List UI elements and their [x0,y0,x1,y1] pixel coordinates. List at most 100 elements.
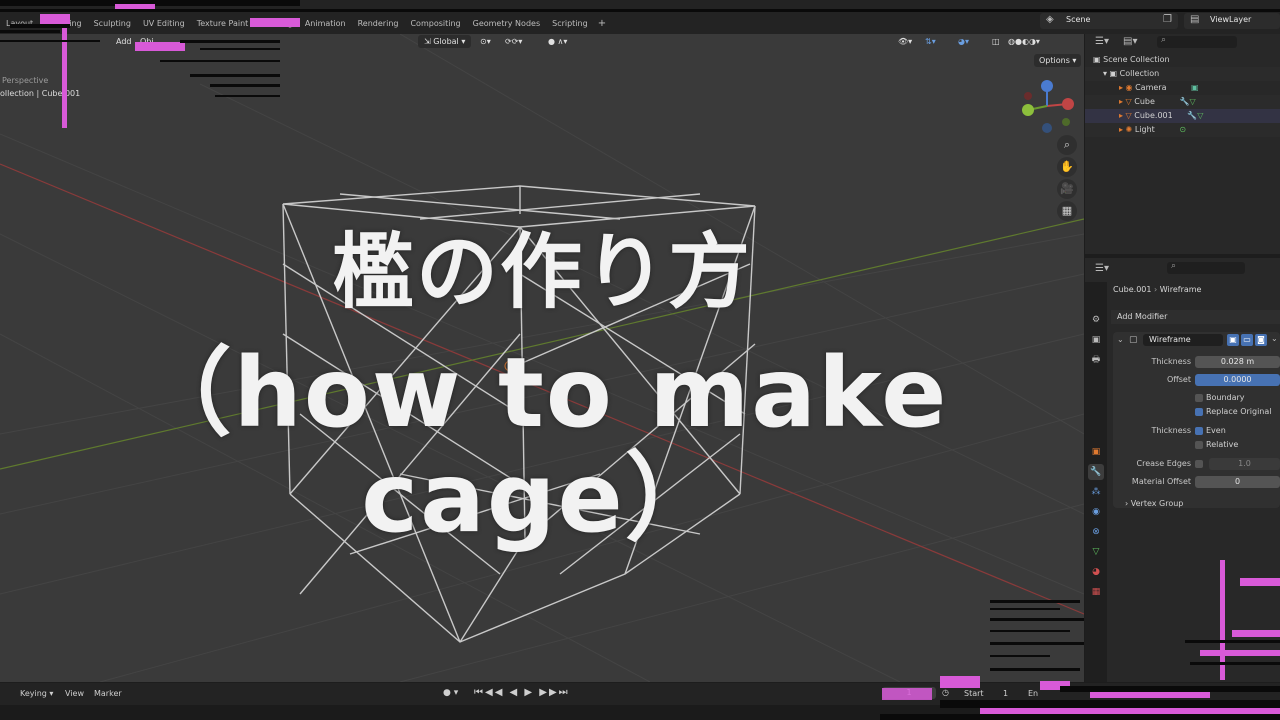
mesh-data-icon: ▽ [1189,97,1196,106]
outliner-row-light[interactable]: ▸ ✺ Light ⊙ [1085,123,1280,137]
gizmo-icon[interactable]: ⇅▾ [925,35,936,48]
keying-menu[interactable]: Keying ▾ [20,689,53,698]
replace-original-checkbox[interactable] [1195,408,1203,416]
outliner-row-scene-collection[interactable]: ▣ Scene Collection [1085,53,1170,67]
material-tab-icon[interactable]: ◕ [1088,564,1104,580]
wireframe-modifier-panel: ⌄ ▢ Wireframe ▣ ▭ ◙ ⌄ Thickness 0.028 m … [1113,332,1280,508]
outliner-row-cube[interactable]: ▸ ▽ Cube 🔧▽ [1085,95,1280,109]
replace-original-label: Replace Original [1206,407,1272,416]
properties-search[interactable]: ⌕ [1167,261,1245,274]
collapse-icon[interactable]: ⌄ [1117,335,1124,344]
camera-view-icon[interactable]: 🎥 [1057,179,1077,199]
add-modifier-button[interactable]: Add Modifier [1111,310,1280,324]
playback-controls[interactable]: ⏮◀◀ ◀ ▶ ▶▶⏭ [474,687,570,698]
orientation-dropdown[interactable]: ⇲ Global ▾ [418,35,472,48]
tab-geometry-nodes[interactable]: Geometry Nodes [467,15,546,33]
output-tab-icon[interactable]: 🖶 [1088,352,1104,368]
chevron-down-icon: ▾ [458,37,466,46]
modifier-tab-icon[interactable]: 🔧 [1088,464,1104,480]
particles-tab-icon[interactable]: ⁂ [1088,484,1104,500]
grid-icon[interactable]: ▦ [1057,201,1077,221]
tab-uv-editing[interactable]: UV Editing [137,15,191,33]
crease-weight-field[interactable]: 1.0 [1209,458,1280,470]
physics-tab-icon[interactable]: ◉ [1088,504,1104,520]
tool-tab-icon[interactable]: ⚙ [1088,312,1104,328]
vertex-group-subpanel[interactable]: › Vertex Group [1125,499,1183,508]
properties-editor-icon[interactable]: ☰▾ [1095,263,1109,274]
search-icon: ⌕ [1161,35,1167,45]
tab-animation[interactable]: Animation [299,15,352,33]
start-field[interactable]: 1 [1003,689,1008,698]
visibility-icon[interactable]: 👁▾ [898,35,912,48]
pin-icon[interactable]: ❐ [1163,14,1172,25]
constraints-tab-icon[interactable]: ⊗ [1088,524,1104,540]
render-toggle-icon[interactable]: ◙ [1255,334,1267,346]
texture-tab-icon[interactable]: ▦ [1088,584,1104,600]
shading-modes[interactable]: ◍●◐◑▾ [1008,35,1040,48]
viewport-toggle-icon[interactable]: ▭ [1241,334,1253,346]
object-tab-icon[interactable]: ▣ [1088,444,1104,460]
mesh-icon: ▸ ▽ [1119,97,1135,106]
add-workspace-button[interactable]: + [594,15,610,33]
camera-icon: ▸ ◉ [1119,83,1136,92]
even-checkbox[interactable] [1195,427,1203,435]
thickness-field[interactable]: 0.028 m [1195,356,1280,368]
scene-selector[interactable]: ◈ Scene ❐ [1040,13,1178,29]
render-tab-icon[interactable]: ▣ [1088,332,1104,348]
workspace-tabs: Layout Modeling Sculpting UV Editing Tex… [0,15,610,33]
relative-label: Relative [1206,440,1239,449]
wireframe-modifier-icon: ▢ [1129,335,1138,345]
data-tab-icon[interactable]: ▽ [1088,544,1104,560]
hand-icon[interactable]: ✋ [1057,157,1077,177]
search-icon: ⌕ [1171,261,1177,271]
outliner-editor-icon[interactable]: ☰▾ [1095,36,1109,47]
view-layer-selector[interactable]: ▤ ViewLayer [1184,13,1280,29]
even-label: Even [1206,426,1226,435]
light-icon: ▸ ✺ [1119,125,1135,134]
proportional-edit-icon[interactable]: ● ∧▾ [548,35,567,48]
boundary-checkbox[interactable] [1195,394,1203,402]
thickness-label: Thickness [1151,357,1191,366]
tab-scripting[interactable]: Scripting [546,15,594,33]
outliner-row-cube001[interactable]: ▸ ▽ Cube.001 🔧▽ [1085,109,1280,123]
view-layer-icon: ▤ [1190,14,1200,25]
marker-menu[interactable]: Marker [94,689,122,698]
outliner-row-camera[interactable]: ▸ ◉ Camera ▣ [1085,81,1199,95]
tab-texture-paint[interactable]: Texture Paint [191,15,255,33]
offset-label: Offset [1166,375,1191,384]
outliner-search[interactable]: ⌕ [1157,35,1237,48]
snap-icon[interactable]: ⟳⟳▾ [505,35,522,48]
pivot-icon[interactable]: ⊙▾ [480,35,491,48]
offset-field[interactable]: 0.0000 [1195,374,1280,386]
xray-icon[interactable]: ◫ [992,35,1000,48]
editmode-toggle-icon[interactable]: ▣ [1227,334,1239,346]
overlay-icon[interactable]: ◕▾ [958,35,969,48]
modifier-name-field[interactable]: Wireframe [1143,334,1223,346]
tab-rendering[interactable]: Rendering [352,15,405,33]
boundary-label: Boundary [1206,393,1245,402]
view-layer-name: ViewLayer [1210,15,1252,24]
outliner-row-collection[interactable]: ▾ ▣ Collection [1085,67,1280,81]
tab-sculpting[interactable]: Sculpting [88,15,137,33]
scene-name: Scene [1066,15,1091,24]
chevron-down-icon[interactable]: ⌄ [1271,334,1278,343]
clock-icon[interactable]: ◷ [942,688,949,697]
orientation-icon: ⇲ [424,37,434,46]
scene-collection-icon: ▣ [1093,55,1104,64]
collection-icon: ▾ ▣ [1103,69,1120,78]
tab-compositing[interactable]: Compositing [404,15,466,33]
view-menu[interactable]: View [65,689,84,698]
material-offset-field[interactable]: 0 [1195,476,1280,488]
options-dropdown[interactable]: Options ▾ [1034,54,1082,67]
relative-checkbox[interactable] [1195,441,1203,449]
navigation-gizmo[interactable] [1022,80,1074,133]
breadcrumb: Cube.001 › Wireframe [1113,285,1202,294]
add-menu[interactable]: Add [116,35,132,48]
zoom-icon[interactable]: ⌕ [1057,135,1077,155]
crease-edges-checkbox[interactable] [1195,460,1203,468]
record-button[interactable]: ● ▾ [443,688,458,698]
display-mode-icon[interactable]: ▤▾ [1123,36,1137,47]
material-offset-label: Material Offset [1131,477,1191,486]
view-name: Perspective [2,76,49,85]
crease-edges-label: Crease Edges [1136,459,1191,468]
